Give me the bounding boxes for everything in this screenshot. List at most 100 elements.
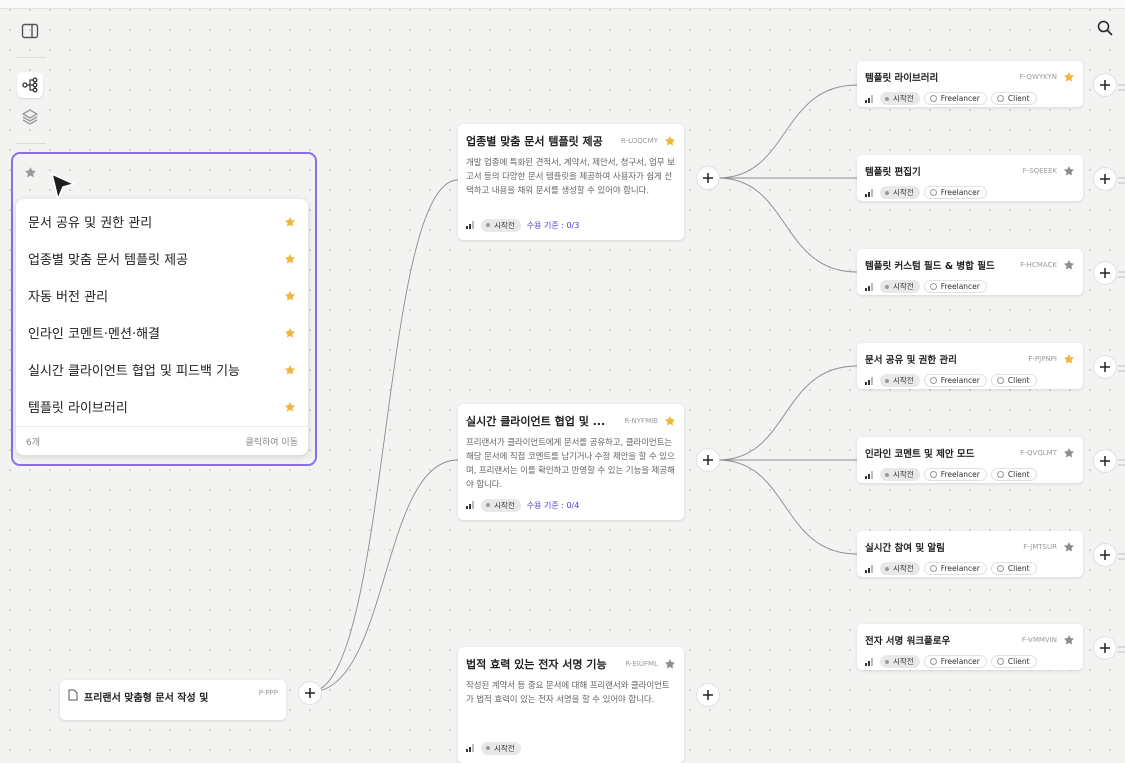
star-icon[interactable] <box>284 253 296 265</box>
feature-node[interactable]: 인라인 코멘트 및 제안 모드 F-QVQLMT 시작전 Freelancer C… <box>857 437 1083 483</box>
star-icon[interactable] <box>1063 259 1075 271</box>
requirement-code: R-LOQCMY <box>621 137 658 145</box>
star-icon[interactable] <box>664 415 676 427</box>
favorite-item-label: 자동 버전 관리 <box>28 290 109 305</box>
add-child-button[interactable] <box>697 167 719 189</box>
acceptance-criteria: 수용 기준 : 0/4 <box>526 500 580 510</box>
plus-icon <box>703 690 713 700</box>
feature-title: 전자 서명 워크플로우 <box>865 635 951 647</box>
add-child-button[interactable] <box>1094 544 1116 566</box>
feature-node[interactable]: 실시간 참여 및 알림 F-JMTSUR 시작전 Freelancer Clien… <box>857 531 1083 577</box>
star-icon[interactable] <box>664 135 676 147</box>
favorite-item[interactable]: 실시간 클라이언트 협업 및 피드백 기능 <box>16 351 308 388</box>
user-icon <box>929 565 937 572</box>
feature-node[interactable]: 템플릿 라이브러리 F-QWYKYN 시작전 Freelancer Client <box>857 61 1083 107</box>
star-icon[interactable] <box>1063 165 1075 177</box>
status-badge[interactable]: 시작전 <box>481 741 521 755</box>
add-child-button[interactable] <box>697 449 719 471</box>
feature-node[interactable]: 전자 서명 워크플로우 F-VMMVIN 시작전 Freelancer Clien… <box>857 624 1083 670</box>
add-child-button[interactable] <box>1094 356 1116 378</box>
layers-button[interactable] <box>17 104 43 130</box>
favorite-item[interactable]: 문서 공유 및 권한 관리 <box>16 203 308 240</box>
plus-icon <box>1100 174 1110 184</box>
status-badge[interactable]: 시작전 <box>880 468 920 481</box>
priority-icon <box>865 564 874 573</box>
status-badge[interactable]: 시작전 <box>880 280 920 293</box>
requirement-title: 법적 효력 있는 전자 서명 기능 <box>466 658 607 671</box>
add-child-button[interactable] <box>1094 262 1116 284</box>
user-icon <box>929 471 937 478</box>
search-button[interactable] <box>1093 16 1117 40</box>
star-icon[interactable] <box>1063 447 1075 459</box>
favorite-item[interactable]: 업종별 맞춤 문서 템플릿 제공 <box>16 240 308 277</box>
status-badge[interactable]: 시작전 <box>880 374 920 387</box>
star-icon[interactable] <box>1063 353 1075 365</box>
feature-title: 인라인 코멘트 및 제안 모드 <box>865 448 975 460</box>
star-icon[interactable] <box>284 290 296 302</box>
user-icon <box>929 377 937 384</box>
favorite-item-label: 업종별 맞춤 문서 템플릿 제공 <box>28 253 189 268</box>
feature-code: F-PJPNPI <box>1028 354 1057 363</box>
feature-node[interactable]: 템플릿 커스텀 필드 & 병합 필드 F-HCMACK 시작전 Freelanc… <box>857 249 1083 295</box>
add-child-button[interactable] <box>697 684 719 706</box>
status-badge[interactable]: 시작전 <box>880 92 920 105</box>
feature-node[interactable]: 템플릿 편집기 F-SQEEEK 시작전 Freelancer <box>857 155 1083 201</box>
priority-icon <box>466 501 475 509</box>
feature-code: F-SQEEEK <box>1022 166 1057 175</box>
role-badge: Freelancer <box>923 374 987 387</box>
plus-icon <box>703 173 713 183</box>
plus-icon <box>1100 80 1110 90</box>
star-icon[interactable] <box>1063 541 1075 553</box>
favorite-item[interactable]: 인라인 코멘트·멘션·해결 <box>16 314 308 351</box>
role-badge: Client <box>990 562 1037 575</box>
requirement-node[interactable]: 법적 효력 있는 전자 서명 기능 R-EIUFML 작성된 계약서 등 중요 … <box>458 647 684 763</box>
star-icon[interactable] <box>284 401 296 413</box>
priority-icon <box>865 376 874 385</box>
feature-code: F-VMMVIN <box>1021 635 1057 644</box>
tree-view-button[interactable] <box>17 72 43 98</box>
user-icon <box>996 658 1004 665</box>
plus-icon <box>1100 456 1110 466</box>
requirement-node[interactable]: 업종별 맞춤 문서 템플릿 제공 R-LOQCMY 개발 업종에 특화된 견적서… <box>458 124 684 240</box>
status-badge[interactable]: 시작전 <box>880 186 920 199</box>
status-badge[interactable]: 시작전 <box>481 498 521 512</box>
requirement-code: R-EIUFML <box>625 660 658 668</box>
plus-icon <box>1100 643 1110 653</box>
add-child-button[interactable] <box>1094 168 1116 190</box>
role-badge: Freelancer <box>923 186 987 199</box>
user-icon <box>929 189 937 196</box>
star-icon[interactable] <box>284 364 296 376</box>
star-icon[interactable] <box>664 658 676 670</box>
status-badge[interactable]: 시작전 <box>880 562 920 575</box>
layers-icon <box>22 109 38 125</box>
add-child-button[interactable] <box>299 682 321 704</box>
feature-node[interactable]: 문서 공유 및 권한 관리 F-PJPNPI 시작전 Freelancer Cli… <box>857 343 1083 389</box>
requirement-code: R-NYFMIB <box>624 417 658 425</box>
add-child-button[interactable] <box>1094 74 1116 96</box>
star-icon[interactable] <box>284 216 296 228</box>
star-icon[interactable] <box>1063 634 1075 646</box>
favorite-item[interactable]: 템플릿 라이브러리 <box>16 388 308 425</box>
star-icon[interactable] <box>284 327 296 339</box>
role-badge: Client <box>990 92 1037 105</box>
edge-root-to-req-1 <box>309 179 459 693</box>
plus-icon <box>1100 550 1110 560</box>
favorites-button[interactable] <box>19 161 41 183</box>
requirement-node[interactable]: 실시간 클라이언트 협업 및 ... R-NYFMIB 프리랜서가 클라이언트에… <box>458 404 684 520</box>
favorite-item[interactable]: 자동 버전 관리 <box>16 277 308 314</box>
feature-code: F-QWYKYN <box>1019 72 1057 81</box>
add-child-button[interactable] <box>1094 637 1116 659</box>
sidebar-toggle-button[interactable] <box>17 18 43 44</box>
plus-icon <box>1100 362 1110 372</box>
root-node[interactable]: 프리랜서 맞춤형 문서 작성 및 P-PPP <box>60 680 286 720</box>
role-badge: Freelancer <box>923 562 987 575</box>
priority-icon <box>865 470 874 479</box>
status-badge[interactable]: 시작전 <box>880 655 920 668</box>
add-child-button[interactable] <box>1094 450 1116 472</box>
top-bar <box>0 0 1125 9</box>
edge-req1-to-feat-3 <box>717 177 858 273</box>
star-icon[interactable] <box>1063 71 1075 83</box>
status-badge[interactable]: 시작전 <box>481 218 521 232</box>
edge-req2-to-feat-4 <box>717 365 858 461</box>
priority-icon <box>865 188 874 197</box>
